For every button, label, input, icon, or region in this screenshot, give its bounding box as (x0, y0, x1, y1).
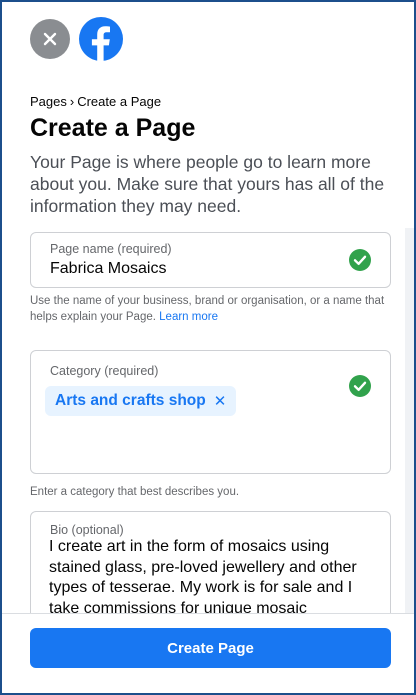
breadcrumb-separator: › (69, 94, 75, 109)
category-chip[interactable]: Arts and crafts shop ✕ (45, 386, 237, 416)
page-description: Your Page is where people go to learn mo… (30, 152, 385, 216)
bio-label: Bio (optional) (50, 523, 124, 537)
page-name-helper: Use the name of your business, brand or … (30, 293, 390, 325)
breadcrumb-current: Create a Page (77, 94, 162, 109)
category-helper: Enter a category that best describes you… (30, 486, 240, 498)
check-circle-icon (349, 249, 371, 271)
scrollbar-track[interactable] (405, 228, 414, 613)
category-field[interactable]: Category (required) Arts and crafts shop… (30, 350, 391, 474)
page-name-label: Page name (required) (50, 242, 172, 256)
create-page-button[interactable]: Create Page (30, 628, 391, 668)
top-bar (2, 2, 414, 80)
breadcrumb: Pages › Create a Page (30, 94, 161, 109)
facebook-logo-icon[interactable] (79, 17, 123, 61)
learn-more-link[interactable]: Learn more (159, 311, 218, 323)
form-scroll-area[interactable]: Pages › Create a Page Create a Page Your P… (2, 80, 414, 613)
page-name-field[interactable]: Page name (required) Fabrica Mosaics (30, 232, 391, 288)
breadcrumb-pages-link[interactable]: Pages (30, 94, 67, 109)
category-label: Category (required) (50, 364, 159, 378)
close-button[interactable] (30, 19, 70, 59)
chip-remove-icon[interactable]: ✕ (214, 392, 227, 410)
bio-textarea[interactable]: I create art in the form of mosaics usin… (49, 537, 379, 613)
page-name-input[interactable]: Fabrica Mosaics (50, 260, 166, 278)
bottom-action-bar: Create Page (2, 613, 414, 693)
create-page-dialog: Pages › Create a Page Create a Page Your P… (0, 0, 416, 695)
category-chip-label: Arts and crafts shop (55, 392, 206, 409)
check-circle-icon (349, 375, 371, 397)
bio-field[interactable]: Bio (optional) I create art in the form … (30, 511, 391, 613)
close-icon (43, 32, 57, 46)
page-title: Create a Page (30, 114, 196, 142)
